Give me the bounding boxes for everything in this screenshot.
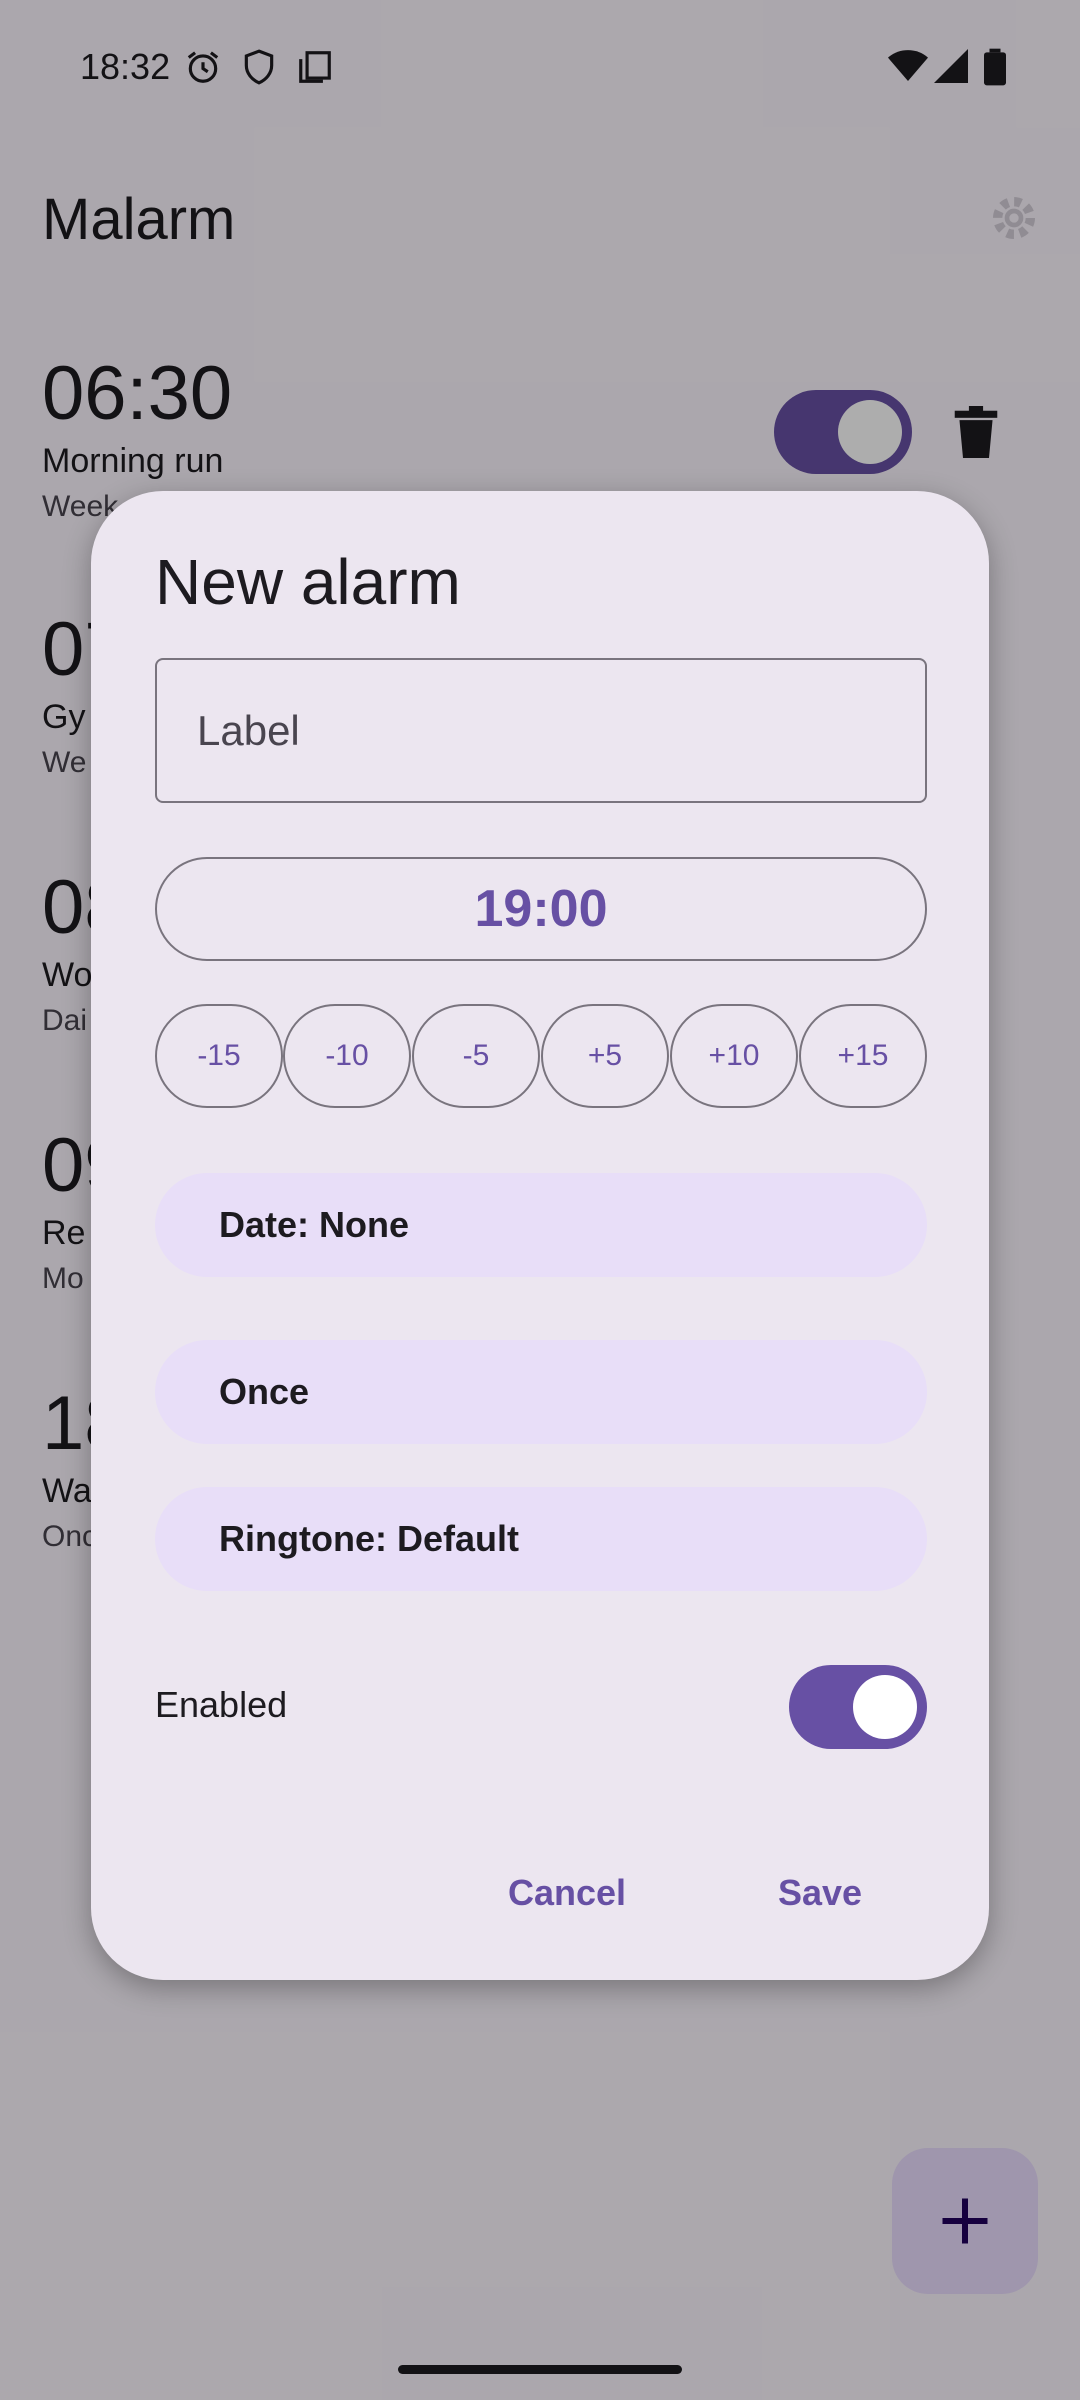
label-input[interactable] — [157, 660, 925, 801]
repeat-button[interactable]: Once — [155, 1340, 927, 1444]
adjust-plus-10-button[interactable]: +10 — [670, 1004, 798, 1108]
switch-knob — [853, 1675, 917, 1739]
new-alarm-dialog: New alarm 19:00 -15 -10 -5 +5 +10 +15 Da… — [91, 491, 989, 1980]
adjust-minus-15-button[interactable]: -15 — [155, 1004, 283, 1108]
adjust-plus-15-button[interactable]: +15 — [799, 1004, 927, 1108]
adjust-minus-5-button[interactable]: -5 — [412, 1004, 540, 1108]
enabled-switch[interactable] — [789, 1665, 927, 1749]
cancel-button[interactable]: Cancel — [477, 1853, 657, 1933]
adjust-plus-5-button[interactable]: +5 — [541, 1004, 669, 1108]
time-picker-button[interactable]: 19:00 — [155, 857, 927, 961]
date-button[interactable]: Date: None — [155, 1173, 927, 1277]
ringtone-button[interactable]: Ringtone: Default — [155, 1487, 927, 1591]
enabled-label: Enabled — [155, 1684, 288, 1725]
label-field[interactable] — [155, 658, 927, 803]
time-adjust-row: -15 -10 -5 +5 +10 +15 — [155, 1004, 927, 1108]
save-button[interactable]: Save — [745, 1853, 895, 1933]
adjust-minus-10-button[interactable]: -10 — [283, 1004, 411, 1108]
dialog-title: New alarm — [155, 546, 461, 618]
